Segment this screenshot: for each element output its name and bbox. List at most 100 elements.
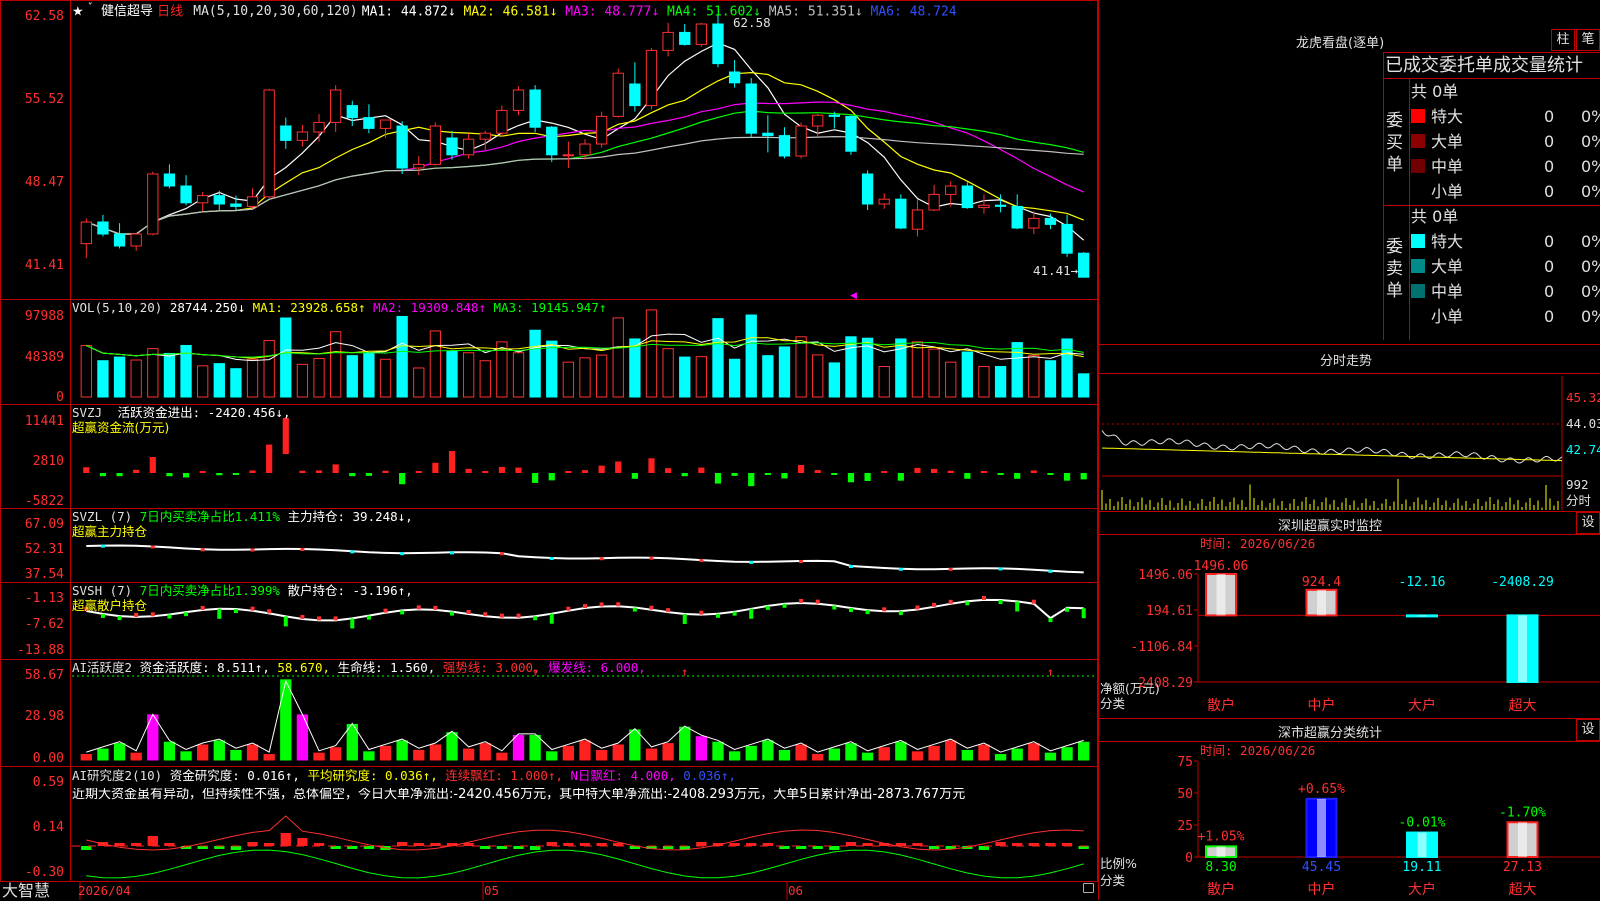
favorite-star-icon[interactable]: ★ <box>72 4 84 19</box>
order-size-pct: 0% <box>1581 107 1600 126</box>
monitor-x-unit: 分类 <box>1100 696 1126 711</box>
svzl-ratio: 7日内买卖净占比1.411% <box>139 509 280 524</box>
legend-swatch <box>1411 259 1425 273</box>
ai-research-v5: 0.036↑, <box>683 768 736 783</box>
vol-ma3: MA3: 19145.947↑ <box>493 300 607 315</box>
vol-y-tick: 48389 <box>24 350 64 365</box>
ai-active-v1: 资金活跃度: 8.511↑, <box>139 660 270 675</box>
low-price-label: 41.41→ <box>1033 263 1079 278</box>
order-size-name: 中单 <box>1431 157 1464 176</box>
monitor-settings-button[interactable]: 设 <box>1576 512 1600 534</box>
svzj-y-tick: 2810 <box>32 454 64 469</box>
ai-research-v1: 资金研究度: 0.016↑, <box>169 768 300 783</box>
ai-active-title: AI活跃度2 <box>72 660 133 675</box>
svzj-subtitle: 超赢资金流(万元) <box>72 420 170 435</box>
order-size-row: 特大 0 0% <box>1411 105 1600 129</box>
legend-swatch <box>1411 234 1425 248</box>
svzj-y-tick: -5822 <box>24 494 64 509</box>
classify-time: 时间: 2026/06/26 <box>1200 743 1316 758</box>
svzl-y-tick: 67.09 <box>24 517 64 532</box>
order-size-name: 小单 <box>1431 307 1464 326</box>
order-size-pct: 0% <box>1581 257 1600 276</box>
ai-research-y-tick: 0.59 <box>32 775 64 790</box>
ai-research-panel[interactable] <box>0 766 1098 882</box>
intraday-title: 分时走势 <box>1320 354 1373 369</box>
sell-side-label: 委卖单 <box>1386 237 1403 301</box>
vol-title: VOL(5,10,20) <box>72 300 163 315</box>
svsh-ratio: 7日内买卖净占比1.399% <box>139 583 280 598</box>
lhb-title: 龙虎看盘(逐单) <box>1296 36 1385 51</box>
svsh-subtitle: 超赢散户持仓 <box>72 598 148 613</box>
svzl-y-tick: 52.31 <box>24 542 64 557</box>
classify-settings-button[interactable]: 设 <box>1576 719 1600 741</box>
svsh-y-tick: -13.88 <box>17 643 64 658</box>
left-axis-divider <box>70 0 71 882</box>
vol-ma2: MA2: 19309.848↑ <box>373 300 486 315</box>
order-size-row: 中单 0 0% <box>1411 155 1600 179</box>
brand-label[interactable]: 大智慧 <box>2 882 50 900</box>
favorite-mark[interactable]: ˅ <box>88 2 93 13</box>
pen-view-button[interactable]: 笔 <box>1576 29 1600 51</box>
intraday-vol-tick: 992 <box>1566 477 1589 492</box>
order-size-name: 特大 <box>1431 232 1464 251</box>
lock-icon[interactable] <box>1083 883 1094 893</box>
ma-spec: MA(5,10,20,30,60,120) <box>193 4 358 20</box>
order-stats-divider <box>1383 78 1600 79</box>
ai-research-v2: 平均研究度: 0.036↑, <box>307 768 438 783</box>
ai-active-y-tick: 0.00 <box>32 751 64 766</box>
ai-active-panel[interactable] <box>0 659 1098 767</box>
classify-title: 深市超赢分类统计 <box>1278 726 1383 741</box>
ma-legend-item: MA1: 44.872↓ <box>361 4 456 20</box>
ai-active-y-tick: 58.67 <box>24 668 64 683</box>
svzl-hold: 主力持仓: 39.248↓, <box>287 509 413 524</box>
order-size-row: 中单 0 0% <box>1411 280 1600 304</box>
kline-y-tick: 55.52 <box>24 92 64 107</box>
classify-y-unit: 比例% <box>1100 856 1137 871</box>
vol-ma1: MA1: 23928.658↑ <box>252 300 366 315</box>
ai-commentary: 近期大资金虽有异动，但持续性不强，总体偏空，今日大单净流出:-2420.456万… <box>72 788 966 802</box>
svsh-y-tick: -7.62 <box>24 617 64 632</box>
ai-research-title: AI研究度2(10) <box>72 768 163 783</box>
legend-swatch <box>1411 309 1425 323</box>
ma-legend-item: MA3: 48.777↓ <box>557 4 660 20</box>
order-size-pct: 0% <box>1581 282 1600 301</box>
intraday-vol-unit: 分时 <box>1566 493 1592 508</box>
ai-active-v3: 生命线: 1.560, <box>337 660 436 675</box>
order-size-qty: 0 <box>1544 282 1555 301</box>
period-label[interactable]: 日线 <box>157 4 183 19</box>
ai-active-v4: 强势线: 3.000, <box>442 660 541 675</box>
stock-name: 健信超导 <box>100 4 153 20</box>
vol-y-tick: 97988 <box>24 309 64 324</box>
svzj-value: 活跃资金进出: -2420.456↓, <box>117 405 291 420</box>
kline-y-tick: 48.47 <box>24 175 64 190</box>
monitor-time: 时间: 2026/06/26 <box>1200 536 1316 551</box>
order-size-qty: 0 <box>1544 157 1555 176</box>
monitor-title: 深圳超赢实时监控 <box>1278 519 1383 534</box>
order-size-name: 中单 <box>1431 282 1464 301</box>
ai-active-y-tick: 28.98 <box>24 709 64 724</box>
order-size-qty: 0 <box>1544 107 1555 126</box>
legend-swatch <box>1411 284 1425 298</box>
column-view-button[interactable]: 柱 <box>1551 29 1575 51</box>
time-axis-label: 06 <box>788 883 804 898</box>
kline-y-tick: 62.58 <box>24 9 64 24</box>
ai-active-v5: 爆发线: 6.000, <box>548 660 646 675</box>
legend-swatch <box>1411 109 1425 123</box>
svsh-hold: 散户持仓: -3.196↑, <box>287 583 413 598</box>
buy-side-label: 委买单 <box>1386 111 1403 175</box>
order-size-qty: 0 <box>1544 232 1555 251</box>
ai-research-y-tick: 0.14 <box>32 820 64 835</box>
time-axis-label: 05 <box>484 883 500 898</box>
svsh-title: SVSH (7) <box>72 583 133 598</box>
kline-panel[interactable] <box>0 0 1098 300</box>
kline-marker-icon: ◀ <box>850 291 857 301</box>
intraday-y-tick: 44.03 <box>1566 416 1600 431</box>
order-stats-header: 已成交委托单成交量统计 <box>1385 55 1583 76</box>
order-size-row: 小单 0 0% <box>1411 180 1600 204</box>
time-axis-bar <box>0 881 1098 901</box>
legend-swatch <box>1411 159 1425 173</box>
order-size-qty: 0 <box>1544 182 1555 201</box>
svzj-y-tick: 11441 <box>24 414 64 429</box>
ai-research-v4: N日飘红: 4.000, <box>570 768 676 783</box>
order-size-row: 小单 0 0% <box>1411 305 1600 329</box>
